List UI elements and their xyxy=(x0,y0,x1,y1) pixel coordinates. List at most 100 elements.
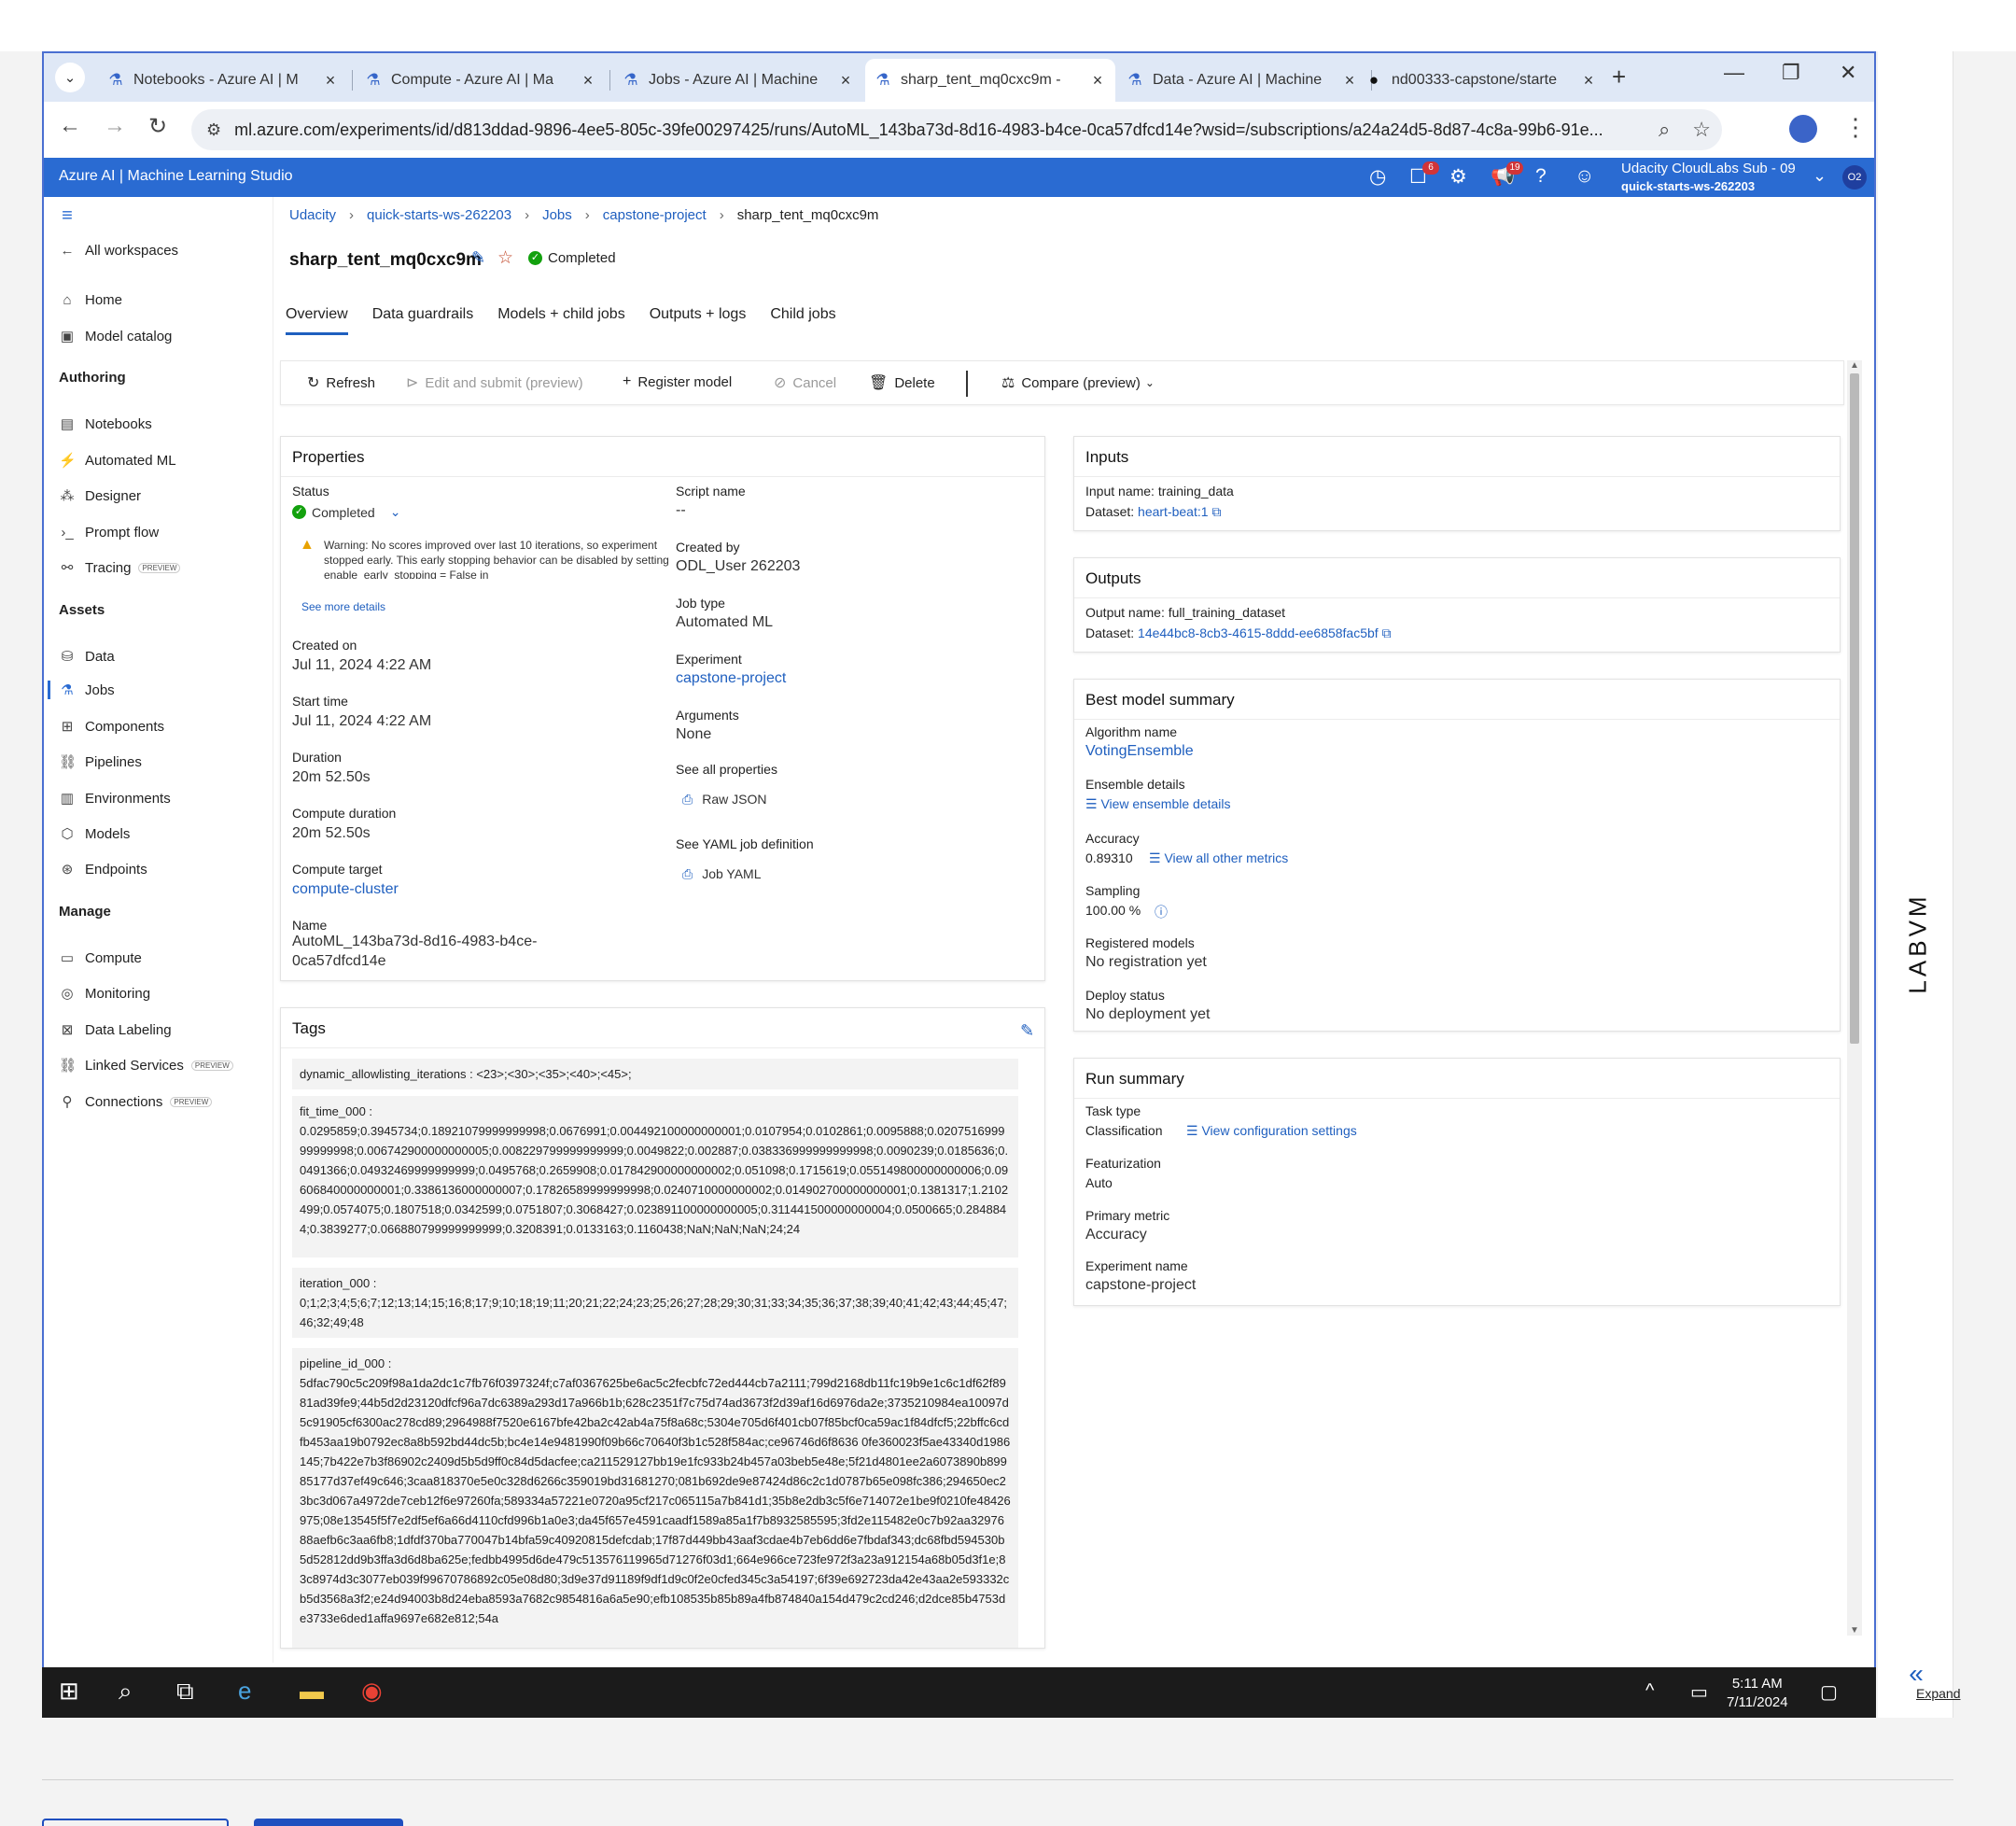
tab-outputs-logs[interactable]: Outputs + logs xyxy=(650,306,747,335)
search-icon[interactable]: ⌕ xyxy=(119,1677,133,1707)
close-icon[interactable]: × xyxy=(837,71,854,91)
chevron-down-icon[interactable]: ⌄ xyxy=(390,504,401,520)
favorite-star-icon[interactable]: ☆ xyxy=(497,247,513,269)
notification-center-icon[interactable]: ▢ xyxy=(1820,1680,1838,1704)
nav-model-catalog[interactable]: ▣ Model catalog xyxy=(59,323,173,349)
delete-button[interactable]: 🗑 Delete xyxy=(869,373,935,392)
breadcrumb-udacity[interactable]: Udacity xyxy=(289,207,336,223)
url-field[interactable]: ⚙ ml.azure.com/experiments/id/d813ddad-9… xyxy=(191,109,1722,150)
outer-button-right[interactable] xyxy=(254,1819,403,1826)
tray-chevron-up-icon[interactable]: ^ xyxy=(1645,1680,1654,1702)
job-yaml-link[interactable]: ⎙ Job YAML xyxy=(682,866,762,882)
raw-json-link[interactable]: ⎙ Raw JSON xyxy=(682,792,766,808)
taskbar-clock[interactable]: 5:11 AM 7/11/2024 xyxy=(1727,1675,1788,1712)
nav-linked-services[interactable]: ⛓ Linked Services PREVIEW xyxy=(59,1052,233,1078)
view-metrics-link[interactable]: ☰ View all other metrics xyxy=(1149,850,1288,866)
external-link-icon[interactable]: ⧉ xyxy=(1382,625,1392,640)
tab-data-guardrails[interactable]: Data guardrails xyxy=(372,306,474,335)
settings-gear-icon[interactable]: ⚙ xyxy=(1449,165,1467,189)
site-info-icon[interactable]: ⚙ xyxy=(206,120,221,140)
nav-connections[interactable]: ⚲ Connections PREVIEW xyxy=(59,1089,213,1115)
breadcrumb-experiment[interactable]: capstone-project xyxy=(603,207,707,223)
back-icon[interactable]: ← xyxy=(59,113,81,139)
content-scrollbar[interactable]: ▲ ▼ xyxy=(1847,360,1862,1636)
nav-environments[interactable]: ▥ Environments xyxy=(59,785,171,811)
browser-tab-jobs[interactable]: ⚗ Jobs - Azure AI | Machine × xyxy=(613,59,863,102)
scroll-thumb[interactable] xyxy=(1850,373,1859,1044)
minimize-button[interactable]: — xyxy=(1724,61,1744,85)
tab-child-jobs[interactable]: Child jobs xyxy=(770,306,835,335)
nav-notebooks[interactable]: ▤ Notebooks xyxy=(59,411,152,437)
zoom-icon[interactable]: ⌕ xyxy=(1659,118,1670,142)
external-link-icon[interactable]: ⧉ xyxy=(1211,504,1221,519)
compare-button[interactable]: ⚖ Compare (preview) ⌄ xyxy=(1001,373,1155,392)
nav-home[interactable]: ⌂ Home xyxy=(59,287,122,313)
nav-models[interactable]: ⬡ Models xyxy=(59,821,130,847)
new-tab-button[interactable]: + xyxy=(1612,63,1626,91)
nav-prompt-flow[interactable]: ›_ Prompt flow xyxy=(59,519,159,545)
close-icon[interactable]: × xyxy=(1089,71,1106,91)
dataset-link[interactable]: heart-beat:1 xyxy=(1138,504,1209,519)
info-icon[interactable]: ⓘ xyxy=(1155,903,1168,921)
nav-data[interactable]: ⛁ Data xyxy=(59,643,115,669)
algorithm-link[interactable]: VotingEnsemble xyxy=(1085,743,1194,760)
browser-tab-compute[interactable]: ⚗ Compute - Azure AI | Ma × xyxy=(356,59,606,102)
chrome-icon[interactable]: ◉ xyxy=(361,1677,383,1706)
outer-button-left[interactable] xyxy=(42,1819,229,1826)
edit-pencil-icon[interactable]: ✎ xyxy=(471,248,485,268)
close-icon[interactable]: × xyxy=(1580,71,1597,91)
browser-tab-data[interactable]: ⚗ Data - Azure AI | Machine × xyxy=(1117,59,1367,102)
nav-pipelines[interactable]: ⛓ Pipelines xyxy=(59,749,142,775)
nav-endpoints[interactable]: ⊛ Endpoints xyxy=(59,856,147,882)
close-icon[interactable]: × xyxy=(322,71,339,91)
browser-tab-github[interactable]: ● nd00333-capstone/starte × xyxy=(1356,59,1606,102)
account-switcher[interactable]: Udacity CloudLabs Sub - 09 quick-starts-… xyxy=(1621,160,1796,195)
windows-start-icon[interactable]: ⊞ xyxy=(59,1677,79,1706)
close-icon[interactable]: × xyxy=(580,71,596,91)
reload-icon[interactable]: ↻ xyxy=(148,113,167,140)
browser-menu-icon[interactable]: ⋮ xyxy=(1843,113,1868,142)
dataset-link[interactable]: 14e44bc8-8cb3-4615-8ddd-ee6858fac5bf xyxy=(1138,625,1379,640)
see-more-details-link[interactable]: See more details xyxy=(301,600,385,613)
clock-icon[interactable]: ◷ xyxy=(1369,165,1386,189)
restore-button[interactable]: ❐ xyxy=(1782,61,1800,85)
feedback-smiley-icon[interactable]: ☺ xyxy=(1575,165,1594,188)
scroll-up-arrow-icon[interactable]: ▲ xyxy=(1850,360,1859,371)
experiment-link[interactable]: capstone-project xyxy=(676,670,786,687)
internet-explorer-icon[interactable]: e xyxy=(238,1677,251,1706)
expand-button[interactable]: « Expand xyxy=(1887,1661,1960,1708)
file-explorer-icon[interactable]: ▬ xyxy=(300,1677,324,1706)
breadcrumb-workspace[interactable]: quick-starts-ws-262203 xyxy=(367,207,511,223)
help-icon[interactable]: ? xyxy=(1535,165,1547,188)
nav-automated-ml[interactable]: ⚡ Automated ML xyxy=(59,447,176,473)
edit-pencil-icon[interactable]: ✎ xyxy=(1020,1021,1034,1041)
scroll-down-arrow-icon[interactable]: ▼ xyxy=(1850,1625,1859,1636)
view-config-link[interactable]: ☰ View configuration settings xyxy=(1186,1123,1357,1139)
nav-all-workspaces[interactable]: ← All workspaces xyxy=(59,237,179,263)
tab-overview[interactable]: Overview xyxy=(286,306,348,335)
bookmark-star-icon[interactable]: ☆ xyxy=(1692,118,1711,142)
tab-search-button[interactable]: ⌄ xyxy=(55,63,85,92)
task-view-icon[interactable]: ⧉ xyxy=(176,1677,194,1707)
window-close-button[interactable]: ✕ xyxy=(1840,61,1856,85)
profile-avatar[interactable] xyxy=(1789,115,1817,143)
browser-tab-notebooks[interactable]: ⚗ Notebooks - Azure AI | M × xyxy=(98,59,348,102)
breadcrumb-jobs[interactable]: Jobs xyxy=(542,207,572,223)
nav-monitoring[interactable]: ◎ Monitoring xyxy=(59,980,150,1006)
edit-submit-button[interactable]: ⊳ Edit and submit (preview) xyxy=(406,373,583,392)
compute-target-link[interactable]: compute-cluster xyxy=(292,881,399,898)
chevron-down-icon[interactable]: ⌄ xyxy=(1813,166,1827,186)
nav-data-labeling[interactable]: ⊠ Data Labeling xyxy=(59,1017,172,1043)
browser-tab-sharp-tent[interactable]: ⚗ sharp_tent_mq0cxc9m - × xyxy=(865,59,1115,102)
register-model-button[interactable]: + Register model xyxy=(623,373,732,390)
nav-jobs[interactable]: ⚗ Jobs xyxy=(59,677,114,703)
view-ensemble-link[interactable]: ☰ View ensemble details xyxy=(1085,796,1231,812)
network-icon[interactable]: ▭ xyxy=(1690,1680,1708,1704)
cancel-button[interactable]: ⊘ Cancel xyxy=(774,373,836,392)
nav-components[interactable]: ⊞ Components xyxy=(59,713,164,739)
nav-designer[interactable]: ⁂ Designer xyxy=(59,483,142,509)
hamburger-menu[interactable]: ≡ xyxy=(59,203,85,229)
status-value[interactable]: ✓ Completed ⌄ xyxy=(292,504,400,520)
nav-compute[interactable]: ▭ Compute xyxy=(59,945,142,971)
user-avatar[interactable]: O2 xyxy=(1842,165,1867,190)
